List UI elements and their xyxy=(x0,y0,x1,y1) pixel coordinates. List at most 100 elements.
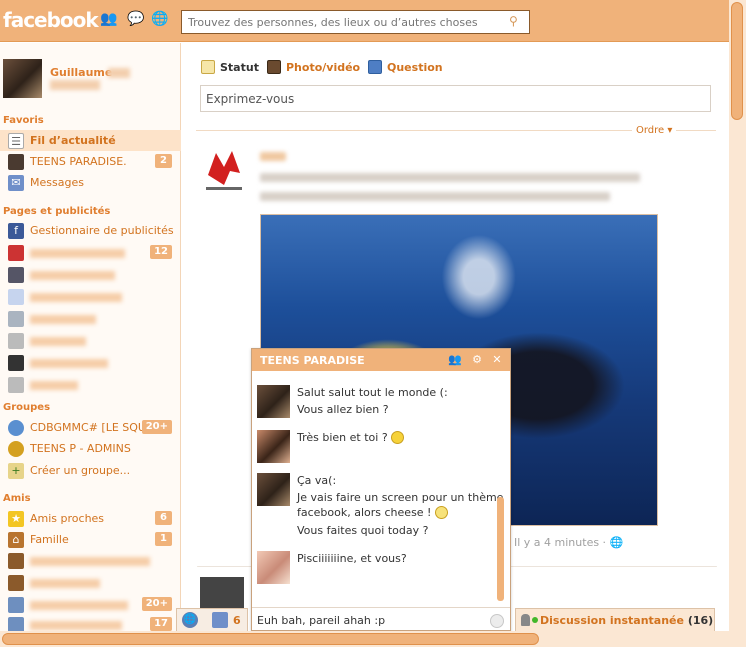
sidebar-item-page[interactable]: 12 xyxy=(0,242,181,263)
chat-scrollbar[interactable] xyxy=(497,497,504,601)
notifications-globe-icon[interactable]: 🌐 xyxy=(151,10,169,28)
facebook-logo[interactable]: facebook xyxy=(3,8,99,32)
sidebar-item-label: Amis proches xyxy=(30,512,105,525)
sidebar-item-page[interactable] xyxy=(0,374,181,395)
nrj-page-avatar[interactable] xyxy=(200,145,248,193)
group-icon xyxy=(8,441,24,457)
sidebar-item-page[interactable] xyxy=(0,330,181,351)
blurred-label xyxy=(30,249,125,258)
post-timestamp[interactable]: Il y a 4 minutes · 🌐 xyxy=(514,536,623,549)
camera-icon xyxy=(267,60,281,74)
page-thumbnail-icon xyxy=(8,355,24,371)
search-input[interactable] xyxy=(181,10,530,34)
top-bar: facebook 👥 💬 🌐 ⚲ xyxy=(0,0,746,42)
online-indicator xyxy=(532,617,538,623)
smiley-icon xyxy=(391,431,405,444)
sidebar-item-friend-list[interactable] xyxy=(0,572,181,593)
briefcase-icon xyxy=(8,553,24,569)
blurred-label xyxy=(30,601,128,610)
sidebar-item-page[interactable] xyxy=(0,264,181,285)
add-friends-icon[interactable]: 👥 xyxy=(448,353,462,367)
blurred-label xyxy=(30,337,86,346)
chat-message-input[interactable]: Euh bah, pareil ahah :p xyxy=(257,614,385,627)
sidebar-item-page[interactable] xyxy=(0,308,181,329)
count-badge: 17 xyxy=(150,617,172,631)
profile-avatar[interactable] xyxy=(3,59,42,98)
create-group-icon: + xyxy=(8,463,24,479)
profile-name-blurred xyxy=(108,68,130,78)
sidebar-item-label: TEENS PARADISE. xyxy=(30,155,127,168)
question-list-icon xyxy=(368,60,382,74)
blurred-label xyxy=(30,579,100,588)
sidebar-item-group[interactable]: CDBGMMC# [LE SQU... 20+ xyxy=(0,417,181,438)
count-badge: 1 xyxy=(155,532,172,546)
search-icon[interactable]: ⚲ xyxy=(509,14,523,28)
status-icon xyxy=(201,60,215,74)
sidebar-item-label: Fil d’actualité xyxy=(30,134,116,147)
sidebar-item-group[interactable]: TEENS P - ADMINS xyxy=(0,438,181,459)
online-count: (16) xyxy=(687,614,714,627)
friend-requests-icon[interactable]: 👥 xyxy=(100,10,118,28)
close-icon[interactable]: ✕ xyxy=(490,353,504,367)
profile-name[interactable]: Guillaume xyxy=(50,66,112,79)
star-icon: ★ xyxy=(8,511,24,527)
sidebar-item-ads-manager[interactable]: f Gestionnaire de publicités xyxy=(0,220,181,241)
vertical-scrollbar-thumb[interactable] xyxy=(731,2,743,120)
order-label: Ordre xyxy=(636,125,665,136)
blurred-label xyxy=(30,315,96,324)
status-input[interactable]: Exprimez-vous xyxy=(200,85,711,112)
tab-status[interactable]: Statut xyxy=(201,60,259,74)
chat-sidebar-toggle[interactable]: Discussion instantanée (16) xyxy=(515,608,715,631)
sidebar-item-close-friends[interactable]: ★ Amis proches 6 xyxy=(0,508,181,529)
messages-icon: ✉ xyxy=(8,175,24,191)
chat-header[interactable]: TEENS PARADISE 👥 ⚙ ✕ xyxy=(252,349,510,371)
person-icon xyxy=(521,614,530,626)
sidebar-item-family[interactable]: ⌂ Famille 1 xyxy=(0,529,181,550)
sidebar-item-news-feed[interactable]: ☰ Fil d’actualité xyxy=(0,130,181,151)
page-thumbnail-icon xyxy=(8,333,24,349)
message-text: Très bien et toi ? xyxy=(297,431,388,444)
school-icon xyxy=(8,597,24,613)
page-thumbnail-icon xyxy=(8,267,24,283)
chat-window: TEENS PARADISE 👥 ⚙ ✕ Salut salut tout le… xyxy=(251,348,511,631)
page-thumbnail-icon xyxy=(8,377,24,393)
unread-chat-count: 6 xyxy=(233,614,241,627)
sidebar-item-friend-list[interactable]: 20+ xyxy=(0,594,181,615)
sidebar-item-friend-list[interactable] xyxy=(0,550,181,571)
chat-title: TEENS PARADISE xyxy=(260,354,365,367)
blurred-label xyxy=(30,557,150,566)
chat-message: Pisciiiiiiine, et vous? xyxy=(297,552,407,565)
sidebar-item-messages[interactable]: ✉ Messages xyxy=(0,172,181,193)
sidebar-item-page[interactable] xyxy=(0,286,181,307)
house-icon: ⌂ xyxy=(8,532,24,548)
sidebar-item-label: Créer un groupe... xyxy=(30,464,131,477)
count-badge: 6 xyxy=(155,511,172,525)
sidebar-item-create-group[interactable]: + Créer un groupe... xyxy=(0,460,181,481)
bottom-dock-left: 🌐 6 xyxy=(176,608,248,631)
sender-avatar[interactable] xyxy=(257,473,290,506)
messages-icon[interactable]: 💬 xyxy=(127,10,145,28)
blurred-page-name xyxy=(260,152,286,161)
sidebar-item-page[interactable] xyxy=(0,352,181,373)
tab-photo-video[interactable]: Photo/vidéo xyxy=(267,60,360,74)
tab-question[interactable]: Question xyxy=(368,60,443,74)
sidebar-item-label: TEENS P - ADMINS xyxy=(30,442,131,455)
page-thumbnail-icon xyxy=(8,311,24,327)
sender-avatar[interactable] xyxy=(257,551,290,584)
emoticon-button[interactable] xyxy=(490,614,504,628)
sidebar-item-teens-paradise[interactable]: TEENS PARADISE. 2 xyxy=(0,151,181,172)
chat-message: Salut salut tout le monde (: xyxy=(297,386,448,399)
tab-label: Question xyxy=(387,61,443,74)
sidebar-item-label: CDBGMMC# [LE SQU... xyxy=(30,421,157,434)
blurred-label xyxy=(30,621,122,630)
sender-avatar[interactable] xyxy=(257,430,290,463)
sidebar-item-label: Famille xyxy=(30,533,69,546)
page-thumbnail-icon xyxy=(8,245,24,261)
chat-bubbles-icon[interactable] xyxy=(212,612,228,628)
feed-order-dropdown[interactable]: Ordre ▾ xyxy=(632,125,677,136)
gear-icon[interactable]: ⚙ xyxy=(470,353,484,367)
section-favoris-title: Favoris xyxy=(3,115,44,126)
globe-icon[interactable]: 🌐 xyxy=(182,612,198,628)
horizontal-scrollbar-thumb[interactable] xyxy=(2,633,539,645)
sender-avatar[interactable] xyxy=(257,385,290,418)
